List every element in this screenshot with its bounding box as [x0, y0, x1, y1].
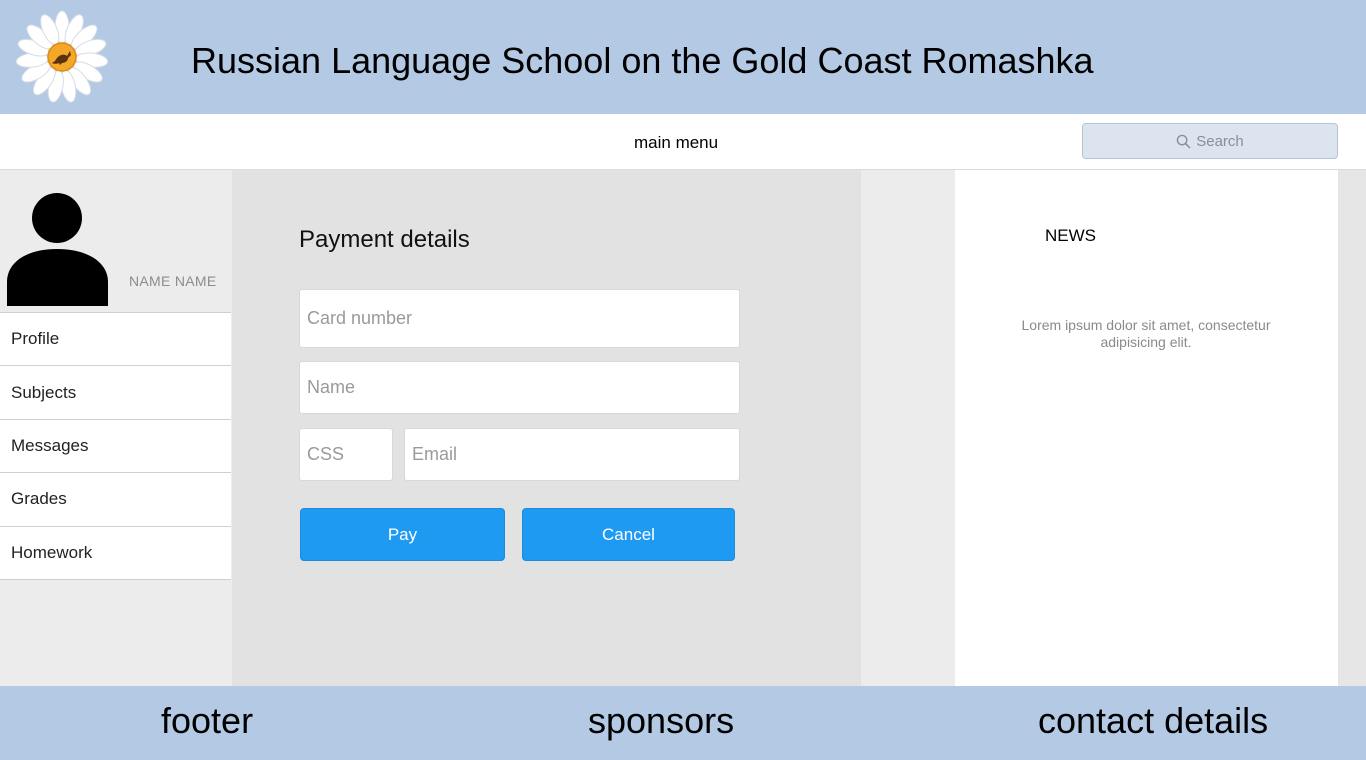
- name-field[interactable]: [299, 361, 740, 414]
- cancel-button[interactable]: Cancel: [522, 508, 735, 561]
- contact-details-link[interactable]: contact details: [1038, 700, 1268, 742]
- search-input[interactable]: Search: [1082, 123, 1338, 159]
- site-footer: footer sponsors contact details: [0, 686, 1366, 760]
- main-menu-bar: main menu Search: [0, 114, 1366, 170]
- user-name: NAME NAME: [129, 273, 217, 289]
- sidebar-item-subjects[interactable]: Subjects: [0, 366, 231, 420]
- search-placeholder: Search: [1196, 132, 1244, 150]
- right-strip: [1338, 170, 1366, 686]
- news-body: Lorem ipsum dolor sit amet, consectetur …: [1021, 317, 1271, 350]
- email-field[interactable]: [404, 428, 740, 481]
- main-menu-label[interactable]: main menu: [634, 133, 718, 153]
- footer-link[interactable]: footer: [161, 700, 253, 742]
- sidebar-item-homework[interactable]: Homework: [0, 527, 231, 580]
- sidebar-nav: Profile Subjects Messages Grades Homewor…: [0, 312, 231, 580]
- search-input-content: Search: [1083, 124, 1337, 158]
- sidebar-item-profile[interactable]: Profile: [0, 313, 231, 367]
- card-number-field[interactable]: [299, 289, 740, 348]
- sidebar: NAME NAME Profile Subjects Messages Grad…: [0, 170, 232, 686]
- css-field[interactable]: [299, 428, 393, 481]
- sponsors-link[interactable]: sponsors: [588, 700, 734, 742]
- spacer-column: [861, 170, 955, 686]
- sidebar-item-grades[interactable]: Grades: [0, 473, 231, 527]
- daisy-logo-icon[interactable]: [16, 10, 108, 104]
- site-header: Russian Language School on the Gold Coas…: [0, 0, 1366, 114]
- payment-title: Payment details: [299, 226, 470, 253]
- news-title: NEWS: [1045, 226, 1096, 245]
- pay-button[interactable]: Pay: [300, 508, 505, 561]
- news-panel: NEWS Lorem ipsum dolor sit amet, consect…: [955, 170, 1338, 686]
- search-icon: [1176, 134, 1191, 148]
- sidebar-item-messages[interactable]: Messages: [0, 420, 231, 474]
- site-title: Russian Language School on the Gold Coas…: [191, 40, 1094, 81]
- avatar-icon[interactable]: [7, 192, 108, 306]
- payment-panel: Payment details Pay Cancel: [232, 170, 861, 686]
